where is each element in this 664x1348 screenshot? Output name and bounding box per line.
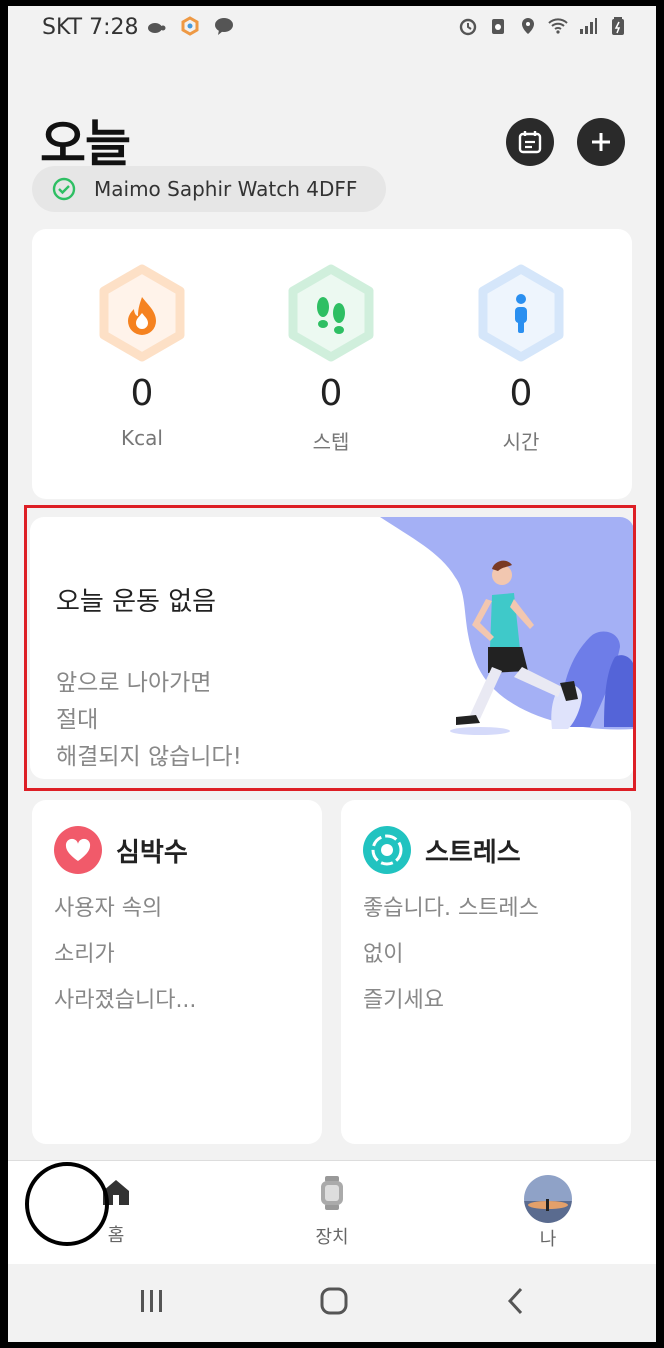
stat-label: 시간: [502, 430, 540, 454]
recycle-icon: [492, 19, 504, 34]
system-nav-bar: [8, 1264, 656, 1342]
stat-value: 0: [130, 373, 154, 414]
stat-label: 스텝: [312, 430, 350, 454]
home-nav-icon[interactable]: [319, 1286, 349, 1316]
flame-icon: [99, 264, 185, 362]
plus-icon: [592, 133, 610, 151]
tab-device[interactable]: 장치: [282, 1175, 382, 1249]
stress-line: 없이: [363, 942, 404, 967]
stat-value: 0: [509, 373, 533, 414]
stat-time: 0 시간: [456, 263, 586, 455]
carrier-time: SKT 7:28: [42, 15, 139, 40]
person-icon: [478, 264, 564, 362]
stress-card[interactable]: 스트레스 좋습니다. 스트레스 없이 즐기세요: [341, 800, 631, 1144]
heart-rate-title: 심박수: [116, 837, 188, 868]
stress-title: 스트레스: [425, 837, 521, 868]
tab-me[interactable]: 나: [498, 1175, 598, 1251]
stress-icon: [363, 826, 411, 874]
turtle-icon: [148, 23, 166, 33]
heart-rate-line: 사라졌습니다...: [54, 988, 197, 1013]
daily-stats-card[interactable]: 0 Kcal 0 스텝 0 시간: [32, 229, 632, 499]
add-button[interactable]: [577, 118, 625, 166]
back-icon[interactable]: [504, 1286, 528, 1316]
stat-steps: 0 스텝: [266, 263, 396, 455]
wifi-icon: [548, 18, 568, 34]
device-status-pill[interactable]: Maimo Saphir Watch 4DFF: [32, 166, 386, 212]
app-screen: SKT 7:28 오늘 Maimo Saphir Watch 4DFF 0 Kc…: [8, 6, 656, 1342]
annotation-circle: [25, 1162, 109, 1246]
device-name: Maimo Saphir Watch 4DFF: [94, 177, 358, 201]
status-bar: SKT 7:28: [8, 6, 656, 50]
recent-apps-icon[interactable]: [138, 1286, 166, 1316]
stat-value: 0: [319, 373, 343, 414]
heart-rate-line: 소리가: [54, 942, 115, 967]
talk-icon: [215, 18, 233, 35]
tab-label: 나: [539, 1229, 557, 1250]
stress-line: 즐기세요: [363, 988, 444, 1013]
stress-line: 좋습니다. 스트레스: [363, 896, 539, 921]
footprints-icon: [288, 264, 374, 362]
colorful-hex-icon: [181, 16, 199, 36]
location-icon: [522, 18, 534, 34]
tab-label: 장치: [315, 1227, 349, 1248]
stat-calories: 0 Kcal: [77, 263, 207, 450]
signal-icon: [580, 18, 597, 34]
heart-icon: [54, 826, 102, 874]
alarm-icon: [459, 18, 477, 36]
watch-icon: [321, 1176, 343, 1210]
heart-rate-card[interactable]: 심박수 사용자 속의 소리가 사라졌습니다...: [32, 800, 322, 1144]
battery-icon: [612, 17, 624, 35]
check-circle-icon: [52, 177, 76, 201]
avatar: [524, 1175, 572, 1223]
highlight-box: [24, 505, 636, 791]
calendar-icon: [518, 131, 542, 154]
calendar-button[interactable]: [506, 118, 554, 166]
heart-rate-line: 사용자 속의: [54, 896, 163, 921]
stat-label: Kcal: [121, 426, 163, 450]
